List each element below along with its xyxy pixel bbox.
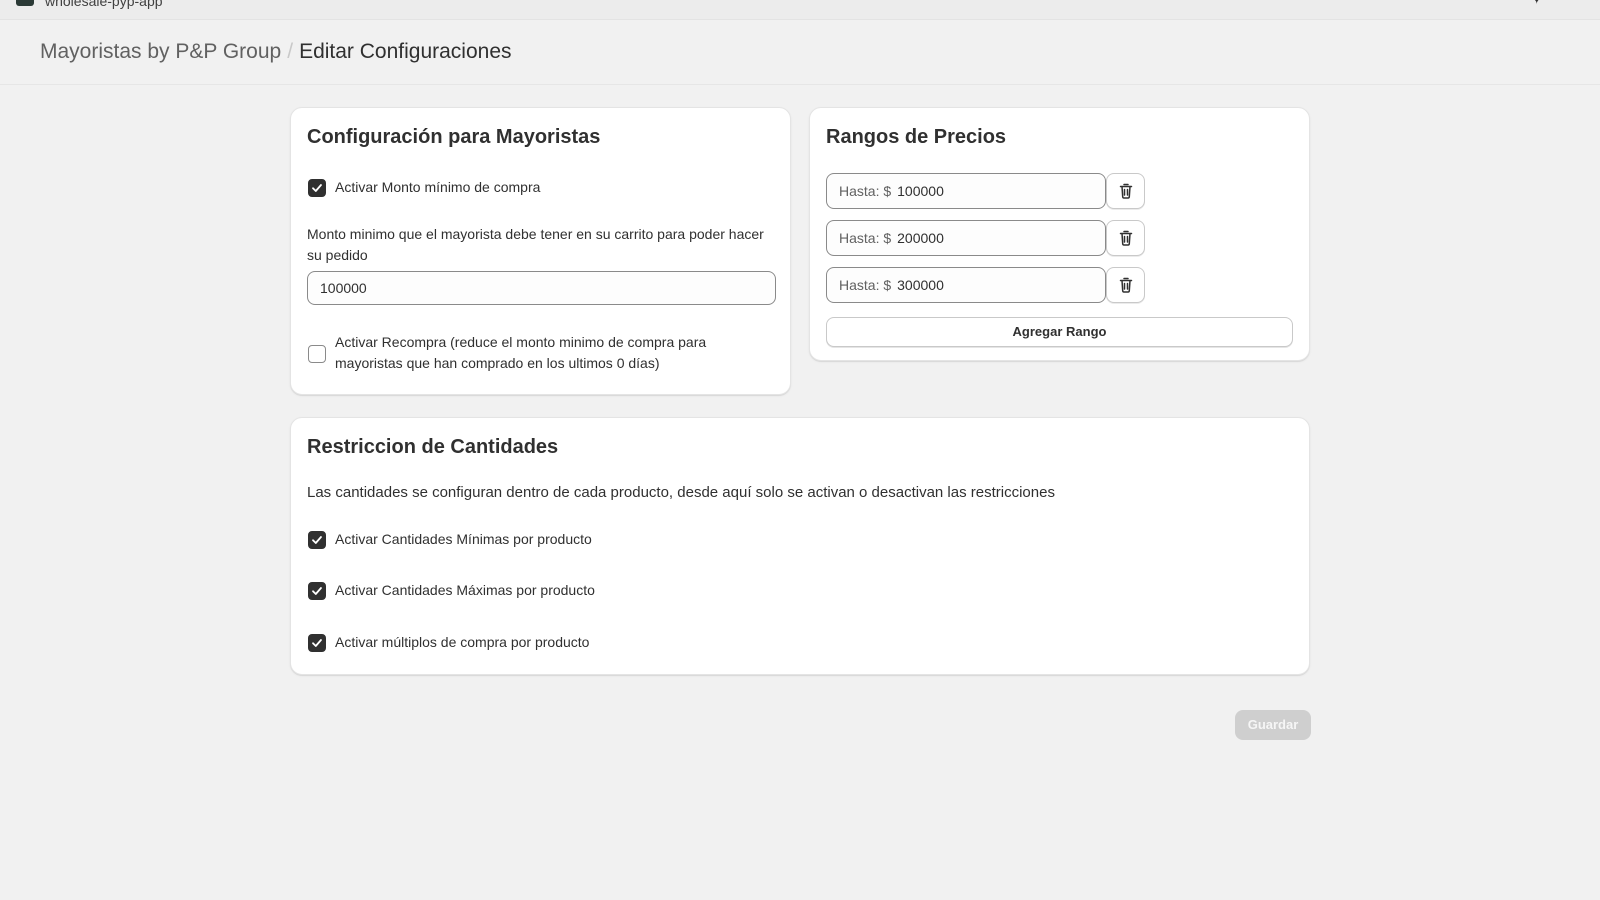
breadcrumb: Mayoristas by P&P Group / Editar Configura… xyxy=(40,40,512,64)
quantity-restrictions-title: Restriccion de Cantidades xyxy=(307,436,559,458)
save-button[interactable]: Guardar xyxy=(1235,710,1311,740)
delete-range-button[interactable] xyxy=(1106,173,1145,209)
quantity-restrictions-description: Las cantidades se configuran dentro de c… xyxy=(307,484,1055,501)
app-logo-icon xyxy=(16,0,34,6)
app-name: wholesale-pyp-app xyxy=(45,0,163,9)
check-icon xyxy=(312,587,322,595)
trash-icon xyxy=(1119,277,1133,293)
price-range-prefix: Hasta: $ xyxy=(839,230,892,246)
repurchase-label: Activar Recompra (reduce el monto minimo… xyxy=(335,334,707,371)
check-icon xyxy=(312,184,322,192)
price-range-value: 100000 xyxy=(897,183,944,199)
breadcrumb-separator: / xyxy=(287,40,294,63)
repurchase-checkbox[interactable] xyxy=(308,345,326,363)
add-range-button[interactable]: Agregar Rango xyxy=(826,317,1293,347)
min-quantity-label: Activar Cantidades Mínimas por producto xyxy=(335,531,592,547)
price-range-row: Hasta: $ 100000 xyxy=(826,173,1146,209)
purchase-multiples-checkbox[interactable] xyxy=(308,634,326,652)
quantity-restrictions-card: Restriccion de Cantidades Las cantidades… xyxy=(290,417,1310,675)
page-header: Mayoristas by P&P Group / Editar Configura… xyxy=(0,21,1600,85)
price-range-row: Hasta: $ 300000 xyxy=(826,267,1146,303)
min-quantity-checkbox[interactable] xyxy=(308,531,326,549)
price-range-prefix: Hasta: $ xyxy=(839,183,892,199)
wholesale-config-card: Configuración para Mayoristas Activar Mo… xyxy=(290,107,791,395)
breadcrumb-parent-link[interactable]: Mayoristas by P&P Group xyxy=(40,40,281,63)
price-range-input[interactable]: Hasta: $ 100000 xyxy=(826,173,1106,209)
price-range-value: 200000 xyxy=(897,230,944,246)
purchase-multiples-label: Activar múltiplos de compra por producto xyxy=(335,634,590,650)
check-icon xyxy=(312,536,322,544)
wholesale-config-title: Configuración para Mayoristas xyxy=(307,126,601,148)
max-quantity-checkbox[interactable] xyxy=(308,582,326,600)
trash-icon xyxy=(1119,183,1133,199)
price-range-input[interactable]: Hasta: $ 300000 xyxy=(826,267,1106,303)
price-range-input[interactable]: Hasta: $ 200000 xyxy=(826,220,1106,256)
min-purchase-label: Activar Monto mínimo de compra xyxy=(335,179,541,195)
min-purchase-checkbox[interactable] xyxy=(308,179,326,197)
trash-icon xyxy=(1119,230,1133,246)
check-icon xyxy=(312,639,322,647)
page-title: Editar Configuraciones xyxy=(299,40,512,63)
min-amount-label: Monto minimo que el mayorista debe tener… xyxy=(307,226,764,263)
max-quantity-label: Activar Cantidades Máximas por producto xyxy=(335,582,595,598)
price-range-value: 300000 xyxy=(897,277,944,293)
more-icon[interactable]: ✦ xyxy=(1530,0,1543,8)
min-amount-input[interactable]: 100000 xyxy=(307,271,776,305)
price-range-row: Hasta: $ 200000 xyxy=(826,220,1146,256)
price-ranges-title: Rangos de Precios xyxy=(826,126,1007,148)
delete-range-button[interactable] xyxy=(1106,220,1145,256)
app-top-bar: wholesale-pyp-app ✦ xyxy=(0,0,1600,20)
price-range-prefix: Hasta: $ xyxy=(839,277,892,293)
price-ranges-card: Rangos de Precios Hasta: $ 100000 Hasta:… xyxy=(809,107,1310,361)
delete-range-button[interactable] xyxy=(1106,267,1145,303)
